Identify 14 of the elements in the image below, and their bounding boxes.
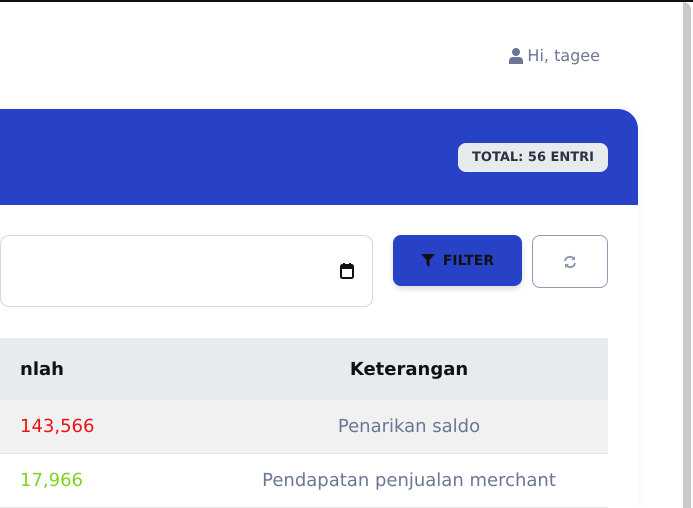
column-header: Keterangan [210,338,608,400]
amount-cell: 143,566 [0,400,210,454]
calendar-icon [340,263,354,279]
scrollbar[interactable] [683,2,691,508]
user-icon [509,48,524,64]
filter-button[interactable]: FILTER [393,235,522,286]
date-field[interactable] [0,235,373,307]
refresh-button[interactable] [532,235,608,288]
refresh-icon [563,254,577,268]
user-greeting[interactable]: Hi, tagee [509,46,600,65]
total-badge: TOTAL: 56 ENTRI [458,142,608,172]
description-cell: Penarikan saldo [210,400,608,454]
filter-icon [420,254,435,267]
column-header: nlah [0,338,210,400]
